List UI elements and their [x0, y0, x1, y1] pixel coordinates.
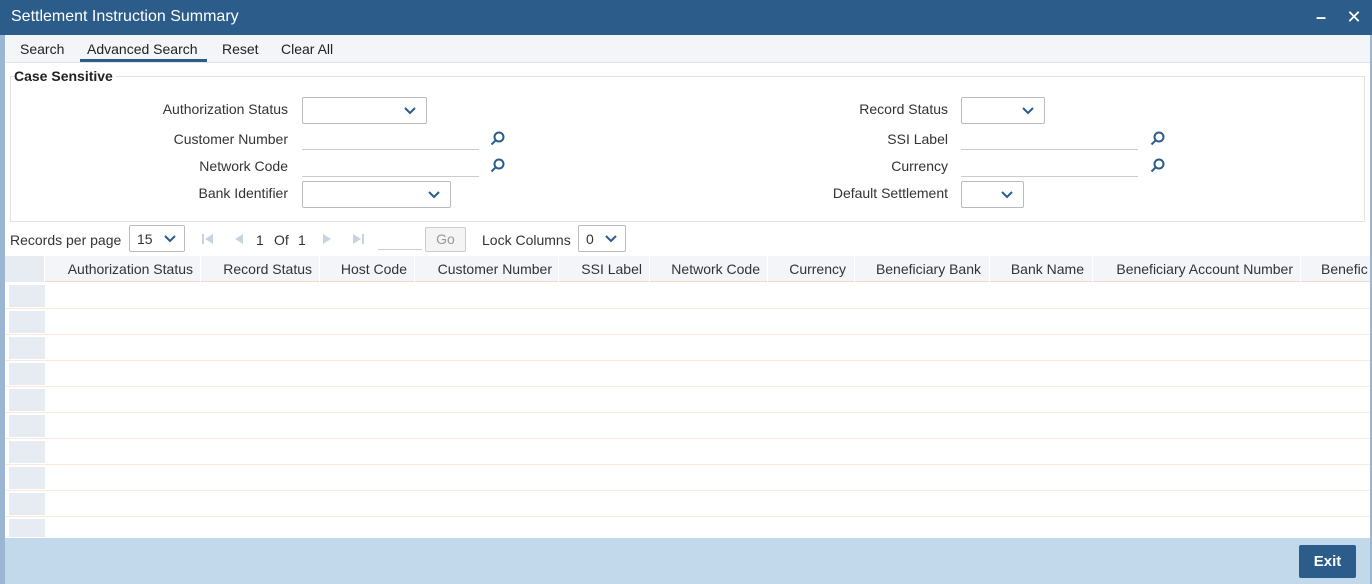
- table-row[interactable]: [5, 517, 1370, 537]
- row-selector[interactable]: [9, 311, 45, 333]
- lock-columns-label: Lock Columns: [482, 232, 571, 248]
- customer-number-search-icon[interactable]: [490, 131, 506, 147]
- authorization-status-label: Authorization Status: [162, 101, 288, 117]
- table-row[interactable]: [5, 465, 1370, 491]
- column-header[interactable]: Benefic: [1302, 256, 1370, 282]
- pagination-bar: Records per page 15 1 Of 1 Go Lock Colum…: [5, 225, 1370, 255]
- window-title: Settlement Instruction Summary: [11, 8, 239, 25]
- table-row[interactable]: [5, 283, 1370, 309]
- row-selector[interactable]: [9, 441, 45, 463]
- bank-identifier-label: Bank Identifier: [198, 185, 289, 201]
- table-row[interactable]: [5, 439, 1370, 465]
- currency-input[interactable]: [961, 153, 1138, 177]
- search-tab[interactable]: Search: [20, 41, 64, 57]
- lock-columns-value: 0: [586, 231, 594, 247]
- default-settlement-label: Default Settlement: [832, 185, 948, 201]
- select-all-header[interactable]: [5, 256, 45, 282]
- table-row[interactable]: [5, 491, 1370, 517]
- column-header[interactable]: Record Status: [202, 256, 320, 282]
- grid-body: [5, 283, 1370, 537]
- lock-columns-select[interactable]: 0: [578, 225, 626, 252]
- row-selector[interactable]: [9, 285, 45, 307]
- currency-search-icon[interactable]: [1150, 158, 1166, 174]
- of-label: Of: [274, 232, 289, 248]
- bank-identifier-select[interactable]: [302, 181, 451, 208]
- ssi-label-label: SSI Label: [887, 131, 948, 147]
- current-page: 1: [256, 232, 264, 248]
- customer-number-label: Customer Number: [173, 131, 288, 147]
- advanced-search-tab[interactable]: Advanced Search: [87, 41, 198, 57]
- record-status-select[interactable]: [961, 97, 1045, 124]
- active-tab-indicator: [80, 59, 207, 62]
- column-header[interactable]: Beneficiary Bank: [856, 256, 990, 282]
- row-selector[interactable]: [9, 493, 45, 515]
- default-settlement-select[interactable]: [961, 181, 1024, 208]
- column-header[interactable]: Currency: [769, 256, 855, 282]
- row-selector[interactable]: [9, 467, 45, 489]
- grid-header: Authorization Status Record Status Host …: [5, 256, 1370, 282]
- currency-label: Currency: [891, 158, 948, 174]
- table-row[interactable]: [5, 361, 1370, 387]
- authorization-status-select[interactable]: [302, 97, 427, 124]
- record-status-label: Record Status: [859, 101, 948, 117]
- reset-button[interactable]: Reset: [222, 41, 259, 57]
- chevron-down-icon: [1022, 107, 1034, 115]
- records-per-page-select[interactable]: 15: [129, 225, 185, 252]
- table-row[interactable]: [5, 335, 1370, 361]
- minimize-icon[interactable]: –: [1310, 6, 1332, 28]
- clear-all-button[interactable]: Clear All: [281, 41, 333, 57]
- toolbar: Search Advanced Search Reset Clear All: [5, 35, 1370, 63]
- table-row[interactable]: [5, 413, 1370, 439]
- table-row[interactable]: [5, 309, 1370, 335]
- records-per-page-label: Records per page: [10, 232, 122, 248]
- chevron-down-icon: [1001, 191, 1013, 199]
- next-page-icon[interactable]: [319, 231, 335, 247]
- chevron-down-icon: [404, 107, 416, 115]
- chevron-down-icon: [428, 191, 440, 199]
- prev-page-icon[interactable]: [231, 231, 247, 247]
- results-grid: Authorization Status Record Status Host …: [5, 256, 1370, 537]
- column-header[interactable]: Host Code: [321, 256, 415, 282]
- page-number-input[interactable]: [378, 228, 422, 250]
- table-row[interactable]: [5, 387, 1370, 413]
- records-per-page-value: 15: [137, 231, 153, 247]
- column-header[interactable]: Beneficiary Account Number: [1094, 256, 1301, 282]
- exit-button[interactable]: Exit: [1299, 545, 1356, 578]
- network-code-input[interactable]: [302, 153, 479, 177]
- first-page-icon[interactable]: [200, 231, 216, 247]
- total-pages: 1: [298, 232, 306, 248]
- row-selector[interactable]: [9, 389, 45, 411]
- network-code-label: Network Code: [199, 158, 288, 174]
- column-header[interactable]: Network Code: [651, 256, 768, 282]
- chevron-down-icon: [605, 235, 617, 243]
- network-code-search-icon[interactable]: [490, 158, 506, 174]
- go-button[interactable]: Go: [425, 227, 466, 252]
- customer-number-input[interactable]: [302, 126, 479, 150]
- footer-bar: Exit: [5, 538, 1370, 584]
- row-selector[interactable]: [9, 363, 45, 385]
- title-bar: Settlement Instruction Summary – ✕: [0, 0, 1372, 35]
- case-sensitive-legend: Case Sensitive: [14, 68, 116, 84]
- column-header[interactable]: Authorization Status: [46, 256, 201, 282]
- row-selector[interactable]: [9, 337, 45, 359]
- column-header[interactable]: SSI Label: [560, 256, 650, 282]
- row-selector[interactable]: [9, 415, 45, 437]
- ssi-label-search-icon[interactable]: [1150, 131, 1166, 147]
- column-header[interactable]: Bank Name: [991, 256, 1093, 282]
- last-page-icon[interactable]: [350, 231, 366, 247]
- column-header[interactable]: Customer Number: [416, 256, 559, 282]
- chevron-down-icon: [164, 235, 176, 243]
- ssi-label-input[interactable]: [961, 126, 1138, 150]
- row-selector[interactable]: [9, 519, 45, 537]
- close-icon[interactable]: ✕: [1343, 6, 1365, 28]
